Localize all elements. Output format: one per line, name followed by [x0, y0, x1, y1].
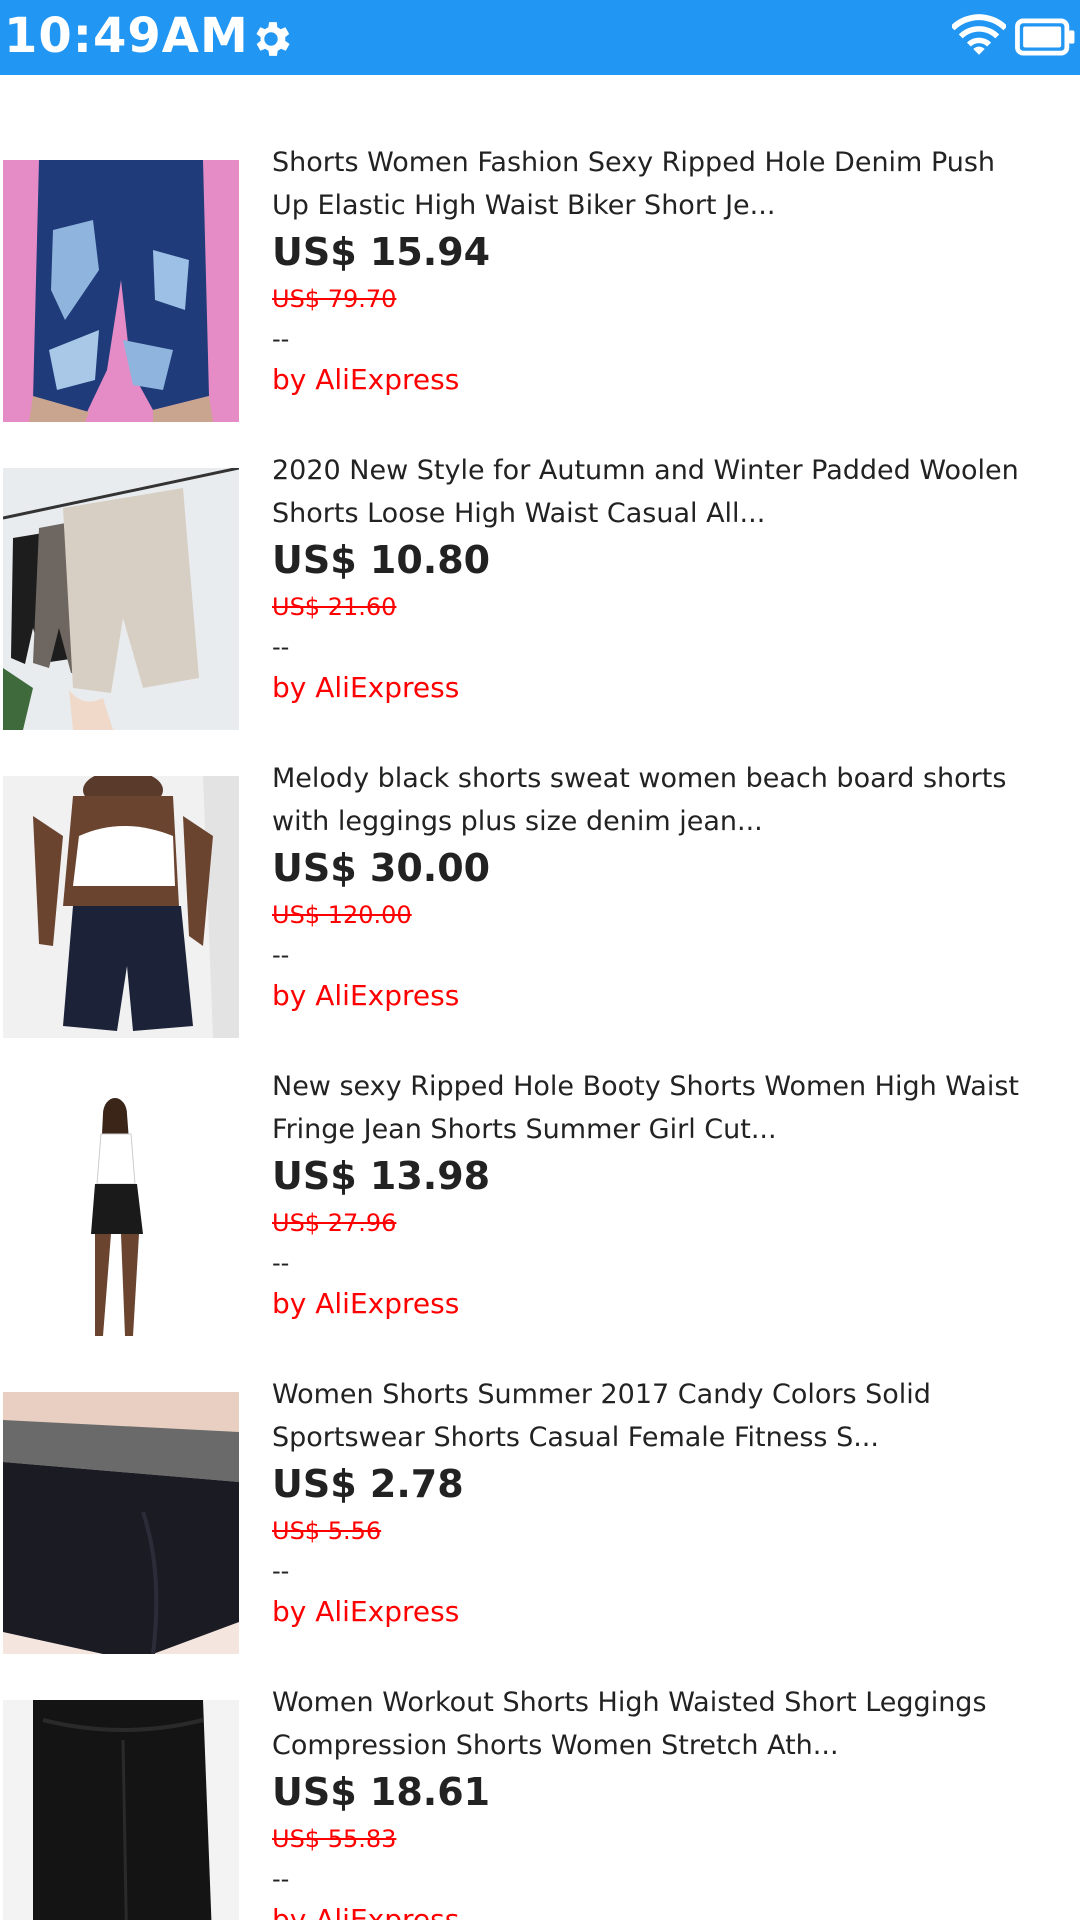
product-old-price: US$ 21.60 [272, 593, 397, 621]
product-title[interactable]: New sexy Ripped Hole Booty Shorts Women … [272, 1065, 1080, 1151]
product-info[interactable]: Shorts Women Fashion Sexy Ripped Hole De… [272, 141, 1080, 403]
product-info[interactable]: New sexy Ripped Hole Booty Shorts Women … [272, 1065, 1080, 1327]
product-seller[interactable]: by AliExpress [272, 1897, 1080, 1920]
product-image-workout-shorts [3, 1700, 239, 1920]
status-time: 10:49AM [4, 8, 249, 64]
product-old-price: US$ 79.70 [272, 285, 397, 313]
wifi-icon [952, 14, 1006, 55]
product-item[interactable]: Women Workout Shorts High Waisted Short … [0, 1615, 1080, 1920]
product-old-price: US$ 55.83 [272, 1825, 397, 1853]
product-item[interactable]: 2020 New Style for Autumn and Winter Pad… [0, 383, 1080, 730]
status-bar: 10:49AM [0, 0, 1080, 75]
product-rating: -- [272, 1557, 290, 1585]
battery-icon [1015, 18, 1075, 56]
product-price: US$ 15.94 [272, 230, 491, 274]
product-rating: -- [272, 1249, 290, 1277]
product-price: US$ 2.78 [272, 1462, 464, 1506]
product-info[interactable]: 2020 New Style for Autumn and Winter Pad… [272, 449, 1080, 711]
product-price: US$ 10.80 [272, 538, 491, 582]
product-rating: -- [272, 633, 290, 661]
gear-icon [256, 22, 290, 56]
product-old-price: US$ 120.00 [272, 901, 412, 929]
product-item[interactable]: Melody black shorts sweat women beach bo… [0, 691, 1080, 1038]
product-list[interactable]: Shorts Women Fashion Sexy Ripped Hole De… [0, 75, 1080, 1920]
product-info[interactable]: Women Workout Shorts High Waisted Short … [272, 1681, 1080, 1920]
product-rating: -- [272, 1865, 290, 1893]
product-old-price: US$ 27.96 [272, 1209, 397, 1237]
product-title[interactable]: Shorts Women Fashion Sexy Ripped Hole De… [272, 141, 1080, 227]
product-price: US$ 30.00 [272, 846, 491, 890]
product-image[interactable] [3, 1700, 239, 1920]
product-rating: -- [272, 941, 290, 969]
product-info[interactable]: Melody black shorts sweat women beach bo… [272, 757, 1080, 1019]
product-rating: -- [272, 325, 290, 353]
product-title[interactable]: 2020 New Style for Autumn and Winter Pad… [272, 449, 1080, 535]
product-title[interactable]: Women Workout Shorts High Waisted Short … [272, 1681, 1080, 1767]
product-title[interactable]: Women Shorts Summer 2017 Candy Colors So… [272, 1373, 1080, 1459]
product-old-price: US$ 5.56 [272, 1517, 382, 1545]
product-title[interactable]: Melody black shorts sweat women beach bo… [272, 757, 1080, 843]
product-price: US$ 18.61 [272, 1770, 491, 1814]
product-item[interactable]: New sexy Ripped Hole Booty Shorts Women … [0, 999, 1080, 1346]
product-info[interactable]: Women Shorts Summer 2017 Candy Colors So… [272, 1373, 1080, 1635]
product-item[interactable]: Women Shorts Summer 2017 Candy Colors So… [0, 1307, 1080, 1654]
product-item[interactable]: Shorts Women Fashion Sexy Ripped Hole De… [0, 75, 1080, 422]
product-price: US$ 13.98 [272, 1154, 491, 1198]
